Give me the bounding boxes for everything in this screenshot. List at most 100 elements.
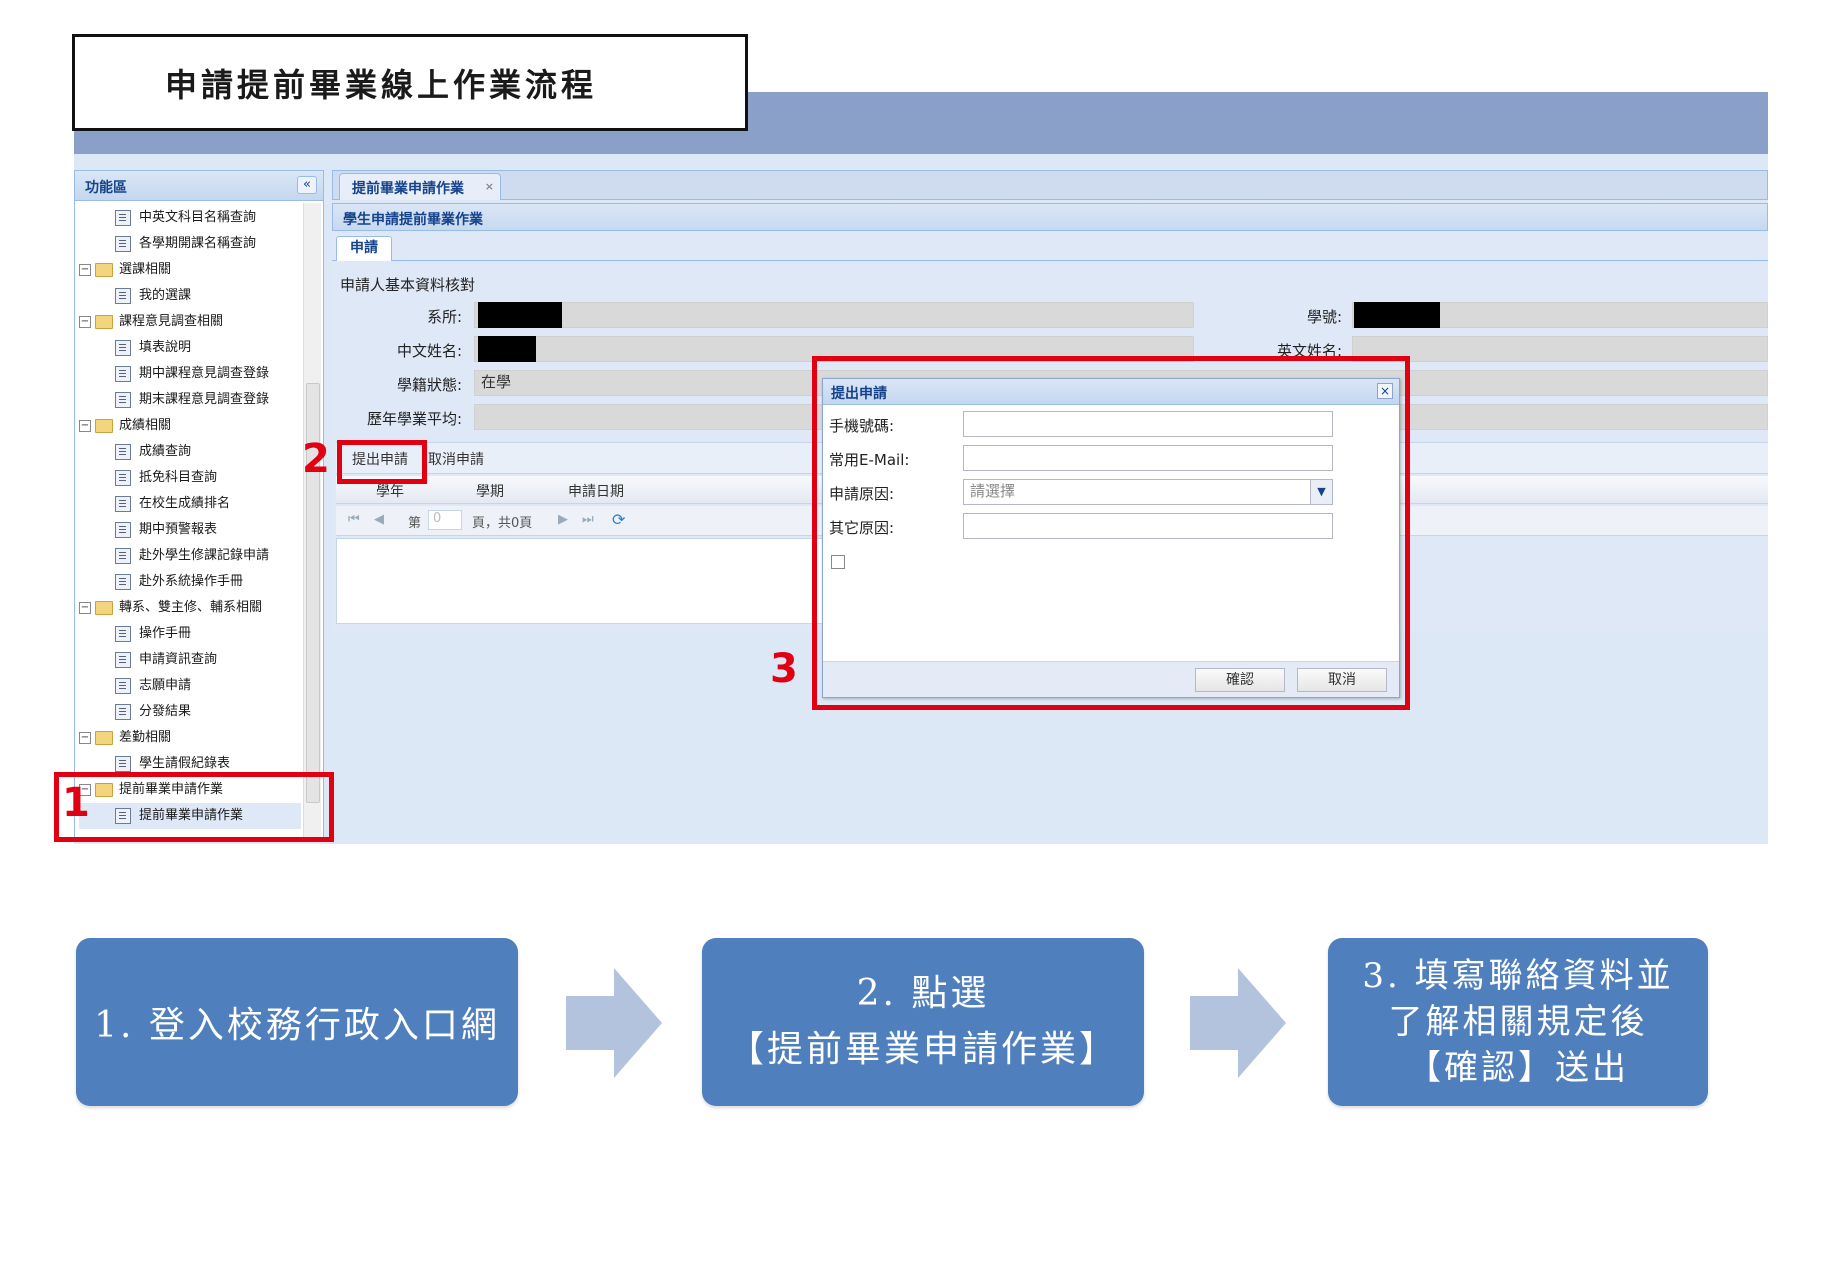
- sidebar-item-label: 赴外學生修課記錄申請: [139, 548, 270, 563]
- document-icon: [115, 340, 131, 356]
- right-arrow-icon: [1190, 968, 1286, 1078]
- sidebar-scrollbar[interactable]: [303, 203, 321, 837]
- document-icon: [115, 366, 131, 382]
- page-input[interactable]: 0: [428, 510, 462, 530]
- sidebar-item[interactable]: 中英文科目名稱查詢: [79, 205, 301, 231]
- flow-step-3-line-2: 了解相關規定後: [1388, 1002, 1648, 1042]
- document-icon: [115, 678, 131, 694]
- sidebar: 功能區 « 中英文科目名稱查詢各學期開課名稱查詢 − 選課相關我的選課 − 課程意見調查…: [74, 170, 324, 840]
- sidebar-item[interactable]: − 差勤相關: [79, 725, 301, 751]
- sidebar-item[interactable]: 各學期開課名稱查詢: [79, 231, 301, 257]
- dept-field: [474, 302, 1194, 328]
- page-title: 申請提前畢業線上作業流程: [72, 34, 748, 131]
- dept-label: 系所:: [426, 308, 462, 326]
- document-icon: [115, 756, 131, 772]
- sidebar-item[interactable]: 赴外系統操作手冊: [79, 569, 301, 595]
- sidebar-item[interactable]: 成績查詢: [79, 439, 301, 465]
- subtab-bar: 申請: [332, 233, 1768, 261]
- document-icon: [115, 392, 131, 408]
- panel-title-text: 學生申請提前畢業作業: [343, 212, 483, 228]
- expand-toggle-icon[interactable]: −: [79, 316, 91, 328]
- expand-toggle-icon[interactable]: −: [79, 732, 91, 744]
- sidebar-item-label: 期末課程意見調查登錄: [139, 392, 270, 407]
- cancel-application-button[interactable]: 取消申請: [428, 449, 484, 469]
- sidebar-item-label: 中英文科目名稱查詢: [139, 210, 257, 225]
- sidebar-item[interactable]: 填表說明: [79, 335, 301, 361]
- flow-step-3-line-1: 3. 填寫聯絡資料並: [1362, 956, 1674, 996]
- document-icon: [115, 444, 131, 460]
- sidebar-item[interactable]: 期中課程意見調查登錄: [79, 361, 301, 387]
- sidebar-item[interactable]: 操作手冊: [79, 621, 301, 647]
- col-year[interactable]: 學年: [376, 481, 404, 501]
- sidebar-item[interactable]: − 轉系、雙主修、輔系相關: [79, 595, 301, 621]
- flow-arrow-2: [1190, 968, 1286, 1078]
- highlight-box-2: [337, 440, 427, 484]
- document-icon: [115, 288, 131, 304]
- chinese-name-label: 中文姓名:: [396, 342, 462, 360]
- student-id-label: 學號:: [1306, 308, 1342, 326]
- flow-step-1: 1. 登入校務行政入口網: [76, 938, 518, 1106]
- flow-arrow-1: [566, 968, 662, 1078]
- folder-icon: [95, 601, 113, 615]
- sidebar-item[interactable]: − 選課相關: [79, 257, 301, 283]
- sidebar-item[interactable]: 在校生成績排名: [79, 491, 301, 517]
- redacted-student-id: [1354, 302, 1440, 328]
- sidebar-header-label: 功能區: [85, 180, 127, 196]
- section-label: 申請人基本資料核對: [340, 276, 476, 294]
- tab-label: 提前畢業申請作業: [352, 181, 464, 197]
- sidebar-item[interactable]: 期末課程意見調查登錄: [79, 387, 301, 413]
- page-prefix: 第: [408, 516, 422, 531]
- tab-apply[interactable]: 申請: [336, 236, 392, 261]
- sidebar-item[interactable]: 申請資訊查詢: [79, 647, 301, 673]
- highlight-box-3: [812, 356, 1410, 710]
- collapse-icon[interactable]: «: [297, 176, 317, 194]
- sidebar-item-label: 轉系、雙主修、輔系相關: [119, 600, 263, 615]
- sidebar-item-label: 填表說明: [139, 340, 192, 355]
- next-page-icon[interactable]: ▶: [558, 512, 568, 527]
- col-semester[interactable]: 學期: [476, 481, 504, 501]
- document-icon: [115, 652, 131, 668]
- sidebar-item-label: 申請資訊查詢: [139, 652, 218, 667]
- sidebar-item-label: 成績查詢: [139, 444, 192, 459]
- redacted-chinese-name: [478, 336, 536, 362]
- folder-icon: [95, 315, 113, 329]
- expand-toggle-icon[interactable]: −: [79, 264, 91, 276]
- flow-step-3: 3. 填寫聯絡資料並 了解相關規定後 【確認】送出: [1328, 938, 1708, 1106]
- document-icon: [115, 626, 131, 642]
- sidebar-item-label: 在校生成績排名: [139, 496, 231, 511]
- col-apply-date[interactable]: 申請日期: [568, 481, 624, 501]
- prev-page-icon[interactable]: ◀: [374, 512, 384, 527]
- expand-toggle-icon[interactable]: −: [79, 420, 91, 432]
- sidebar-item[interactable]: 分發結果: [79, 699, 301, 725]
- sidebar-item[interactable]: 志願申請: [79, 673, 301, 699]
- sidebar-item[interactable]: − 課程意見調查相關: [79, 309, 301, 335]
- first-page-icon[interactable]: ⏮: [348, 512, 360, 527]
- refresh-icon[interactable]: ⟳: [612, 510, 625, 529]
- sidebar-item-label: 期中課程意見調查登錄: [139, 366, 270, 381]
- sidebar-item-label: 我的選課: [139, 288, 192, 303]
- sidebar-item[interactable]: 赴外學生修課記錄申請: [79, 543, 301, 569]
- sidebar-item[interactable]: − 成績相關: [79, 413, 301, 439]
- tab-early-graduation[interactable]: 提前畢業申請作業 ×: [339, 173, 501, 200]
- sidebar-item-label: 抵免科目查詢: [139, 470, 218, 485]
- expand-toggle-icon[interactable]: −: [79, 602, 91, 614]
- sidebar-item[interactable]: 我的選課: [79, 283, 301, 309]
- document-icon: [115, 210, 131, 226]
- sidebar-item[interactable]: 期中預警報表: [79, 517, 301, 543]
- folder-icon: [95, 731, 113, 745]
- redacted-dept: [478, 302, 562, 328]
- document-icon: [115, 470, 131, 486]
- page-title-text: 申請提前畢業線上作業流程: [165, 65, 598, 104]
- callout-number-1: 1: [62, 780, 90, 826]
- sidebar-item[interactable]: 抵免科目查詢: [79, 465, 301, 491]
- english-name-field: [1352, 336, 1768, 362]
- last-page-icon[interactable]: ⏭: [582, 512, 594, 527]
- main-tabbar: 提前畢業申請作業 ×: [332, 170, 1768, 200]
- tab-close-icon[interactable]: ×: [485, 180, 494, 193]
- sidebar-header: 功能區: [75, 171, 323, 201]
- status-label: 學籍狀態:: [396, 376, 462, 394]
- grid-body: [336, 538, 866, 624]
- sidebar-item-label: 操作手冊: [139, 626, 192, 641]
- callout-number-2: 2: [302, 436, 330, 482]
- flow-step-1-line-1: 1. 登入校務行政入口網: [94, 1005, 500, 1046]
